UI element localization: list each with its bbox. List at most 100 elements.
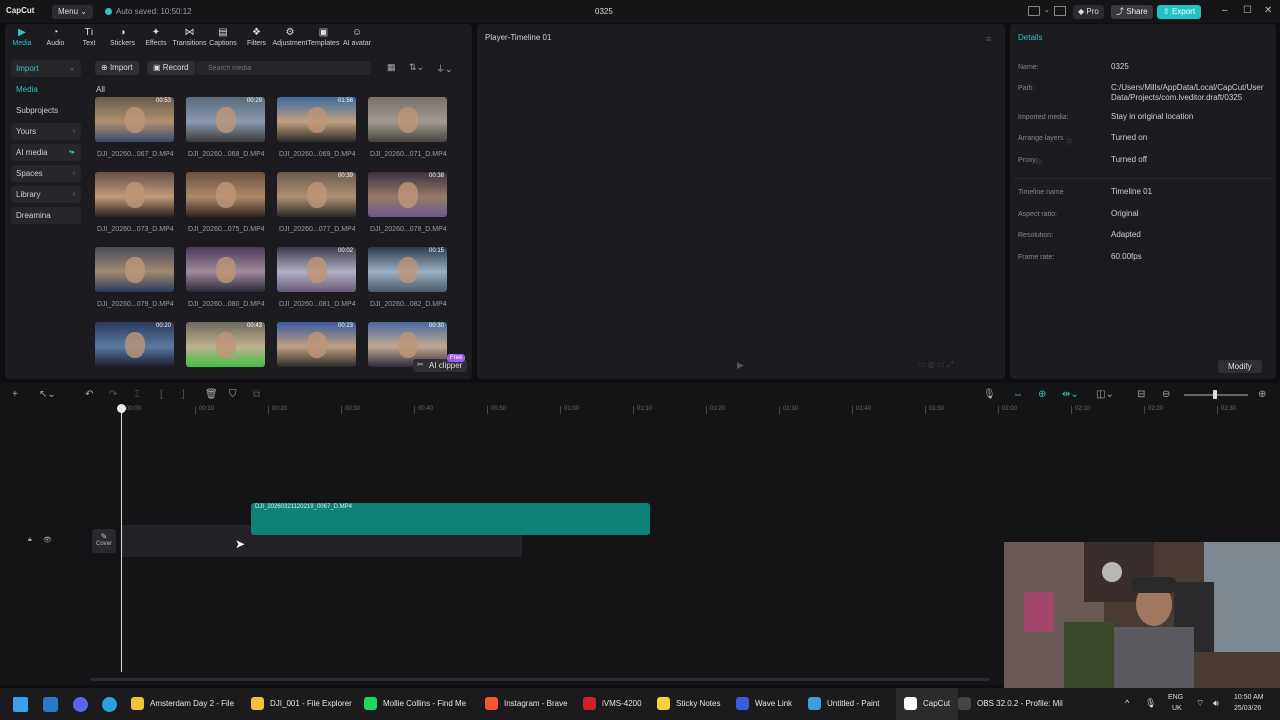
- media-thumbnail[interactable]: [186, 172, 265, 217]
- media-thumbnail[interactable]: 00:23: [277, 322, 356, 367]
- record-button[interactable]: ▣ Record: [147, 61, 195, 75]
- windows-start-icon[interactable]: [13, 697, 28, 712]
- clock-time[interactable]: 10:50 AM: [1234, 694, 1264, 701]
- tab-effects[interactable]: ✦ Effects: [138, 27, 174, 47]
- volume-icon[interactable]: 🔊︎: [1213, 698, 1219, 709]
- media-thumbnail[interactable]: 00:38: [368, 172, 447, 217]
- language-bottom[interactable]: UK: [1172, 705, 1182, 712]
- zoom-out-icon[interactable]: ⊖: [1162, 389, 1170, 400]
- tray-chevron-icon[interactable]: ^: [1125, 698, 1129, 708]
- export-button[interactable]: ⇪ Export: [1157, 5, 1202, 19]
- crop-icon[interactable]: ⧉: [253, 389, 260, 400]
- marker-icon[interactable]: ⛉: [229, 389, 237, 400]
- media-thumbnail[interactable]: [95, 172, 174, 217]
- tab-filters[interactable]: ❖ Filters: [239, 27, 275, 47]
- add-icon[interactable]: +: [12, 389, 18, 400]
- shortcuts-icon[interactable]: [1054, 6, 1066, 16]
- taskbar-item[interactable]: Instagram - Brave: [485, 688, 568, 720]
- media-thumbnail[interactable]: [95, 247, 174, 292]
- pro-button[interactable]: ◆ Pro: [1073, 5, 1104, 19]
- media-thumbnail[interactable]: 00:15: [368, 247, 447, 292]
- clock-date[interactable]: 25/03/26: [1234, 705, 1261, 712]
- grid-view-icon[interactable]: ▦: [387, 62, 396, 73]
- sidebar-item-yours[interactable]: Yours ›: [11, 123, 81, 140]
- share-button[interactable]: ⤴ Share: [1111, 5, 1153, 19]
- ratio-icon[interactable]: ▭ ◎ ▭ ⤢: [918, 360, 953, 370]
- eye-icon[interactable]: 👁︎: [43, 536, 52, 544]
- split-icon[interactable]: ⌶: [134, 389, 140, 400]
- media-thumbnail[interactable]: 00:43: [186, 322, 265, 367]
- tab-transitions[interactable]: ⋈ Transitions: [172, 27, 208, 47]
- link-icon[interactable]: ⇔: [1013, 389, 1023, 400]
- filter-icon[interactable]: ⏚⌄: [436, 62, 453, 75]
- sidebar-item-import[interactable]: Import ⌄: [11, 60, 81, 77]
- player-menu-icon[interactable]: ≡: [986, 34, 991, 44]
- discord-icon[interactable]: [73, 697, 88, 712]
- tab-captions[interactable]: ▤ Captions: [205, 27, 241, 47]
- taskbar-item[interactable]: Untitled - Paint: [808, 688, 879, 720]
- media-thumbnail[interactable]: 00:20: [95, 322, 174, 367]
- zoom-in-icon[interactable]: ⊕: [1258, 389, 1266, 400]
- preview-axis-icon[interactable]: ⇹⌄: [1062, 389, 1079, 400]
- taskbar-item[interactable]: Wave Link: [736, 688, 792, 720]
- taskbar-item[interactable]: DJI_001 - File Explorer: [251, 688, 352, 720]
- magnet-icon[interactable]: ⊕: [1038, 389, 1046, 400]
- undo-icon[interactable]: ↶: [85, 389, 93, 400]
- play-icon[interactable]: ▶: [737, 360, 744, 371]
- redo-icon[interactable]: ↷: [109, 389, 117, 400]
- media-thumbnail[interactable]: 00:29: [186, 97, 265, 142]
- tab-adjustment[interactable]: ⚙ Adjustment: [272, 27, 308, 47]
- delete-icon[interactable]: 🗑: [205, 389, 218, 400]
- taskbar-item[interactable]: Mollie Collins - Find Me: [364, 688, 466, 720]
- language-top[interactable]: ENG: [1168, 694, 1183, 701]
- sidebar-item-subprojects[interactable]: Subprojects: [11, 102, 81, 119]
- wifi-icon[interactable]: ⌔: [1196, 698, 1204, 709]
- trim-right-icon[interactable]: ]: [182, 389, 185, 400]
- trim-left-icon[interactable]: [: [160, 389, 163, 400]
- compare-icon[interactable]: ◫⌄: [1096, 389, 1114, 400]
- media-thumbnail[interactable]: 00:39: [277, 172, 356, 217]
- zoom-slider-handle[interactable]: [1213, 390, 1217, 399]
- outlook-icon[interactable]: [43, 697, 58, 712]
- taskbar-item[interactable]: OBS 32.0.2 - Profile: Mil: [958, 688, 1063, 720]
- media-thumbnail[interactable]: 01:56: [277, 97, 356, 142]
- sort-icon[interactable]: ⇅⌄: [409, 62, 424, 73]
- tab-text[interactable]: Tı Text: [71, 27, 107, 47]
- taskbar-item[interactable]: Amsterdam Day 2 - File: [131, 688, 234, 720]
- sidebar-item-dreamina[interactable]: Dreamina: [11, 207, 81, 224]
- search-input[interactable]: [196, 61, 371, 75]
- tab-stickers[interactable]: ◑ Stickers: [105, 27, 141, 47]
- modify-button[interactable]: Modify: [1218, 360, 1262, 373]
- minimize-icon[interactable]: –: [1222, 5, 1228, 16]
- layout-icon[interactable]: [1028, 6, 1040, 16]
- microphone-icon[interactable]: 🎙: [983, 389, 996, 400]
- media-thumbnail[interactable]: 00:02: [277, 247, 356, 292]
- tab-ai-avatar[interactable]: ☺ AI avatar: [339, 27, 375, 47]
- tab-media[interactable]: ▶ Media: [4, 27, 40, 47]
- sidebar-item-spaces[interactable]: Spaces ›: [11, 165, 81, 182]
- select-tool-icon[interactable]: ↖⌄: [39, 389, 56, 400]
- taskbar-item[interactable]: iVMS-4200: [583, 688, 642, 720]
- import-button[interactable]: ⊕ Import: [95, 61, 139, 75]
- sidebar-item-library[interactable]: Library ›: [11, 186, 81, 203]
- cover-button[interactable]: ✎ Cover: [92, 529, 116, 553]
- chevron-down-icon[interactable]: ⌄: [1044, 6, 1050, 14]
- menu-button[interactable]: Menu ⌄: [52, 5, 93, 19]
- tab-audio[interactable]: ◔ Audio: [38, 27, 74, 47]
- media-thumbnail[interactable]: 00:53: [95, 97, 174, 142]
- caption-icon[interactable]: ⊟: [1137, 389, 1145, 400]
- media-thumbnail[interactable]: [186, 247, 265, 292]
- maximize-icon[interactable]: ☐: [1243, 5, 1252, 16]
- timeline-scrollbar[interactable]: [90, 678, 990, 681]
- close-icon[interactable]: ✕: [1264, 5, 1272, 16]
- telegram-icon[interactable]: [102, 697, 117, 712]
- playhead[interactable]: [121, 408, 122, 672]
- taskbar-item[interactable]: CapCut: [896, 688, 959, 720]
- sidebar-item-ai-media[interactable]: AI media •▸: [11, 144, 81, 161]
- taskbar-item[interactable]: Sticky Notes: [657, 688, 720, 720]
- media-thumbnail[interactable]: [368, 97, 447, 142]
- tab-templates[interactable]: ▣ Templates: [306, 27, 342, 47]
- tray-mic-icon[interactable]: 🎙︎: [1145, 698, 1156, 709]
- lock-icon[interactable]: 🔒︎: [28, 536, 32, 544]
- sidebar-item-media[interactable]: Media: [11, 81, 81, 98]
